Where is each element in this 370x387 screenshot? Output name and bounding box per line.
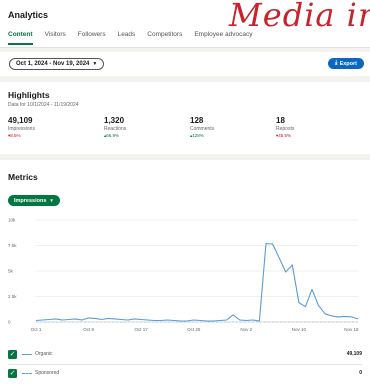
analytics-header: Analytics Media in Content Visitors Foll… [0, 0, 370, 48]
x-tick-label: Nov 2 [240, 327, 252, 332]
metric-value: 128 [190, 116, 204, 125]
organic-checkbox[interactable]: ✓ [8, 349, 17, 359]
dashed-line-swatch [22, 372, 32, 374]
metric-comments: 128 Comments ▴128% [190, 116, 214, 139]
metric-value: 18 [276, 116, 285, 125]
legend-item-sponsored: ✓ Sponsored 0 [8, 367, 362, 379]
metric-type-dropdown[interactable]: Impressions ▼ [8, 195, 60, 206]
y-tick-label: 0 [8, 320, 11, 325]
tab-visitors[interactable]: Visitors [45, 31, 66, 45]
y-tick-label: 10k [8, 218, 16, 223]
date-range-label: Oct 1, 2024 - Nov 19, 2024 [16, 61, 90, 67]
tab-content[interactable]: Content [8, 31, 33, 45]
export-label: Export [339, 60, 357, 67]
x-tick-label: Oct 17 [135, 327, 149, 332]
legend-value: 49,109 [346, 351, 362, 357]
watermark-text: Media in [229, 0, 370, 34]
metric-change: ▾8.5% [8, 133, 21, 138]
metric-label: Comments [190, 126, 215, 132]
solid-line-swatch [22, 353, 32, 355]
y-tick-label: 7.5k [8, 243, 17, 248]
metric-label: Reactions [104, 126, 127, 132]
x-tick-label: Nov 18 [344, 327, 359, 332]
highlights-subtitle: Data for 10/1/2024 - 11/19/2024 [8, 102, 79, 108]
metrics-title: Metrics [8, 172, 38, 182]
tab-leads[interactable]: Leads [118, 31, 136, 45]
metric-change: ▴128% [190, 133, 204, 138]
metric-impressions: 49,109 Impressions ▾8.5% [8, 116, 35, 139]
export-button[interactable]: ⤓ Export [327, 58, 364, 69]
x-tick-label: Oct 25 [187, 327, 201, 332]
metrics-card: Metrics Impressions ▼ 0 2.5k 5k 7.5k 10k Oct … [0, 160, 370, 387]
legend-label: Sponsored [35, 370, 60, 376]
sponsored-checkbox[interactable]: ✓ [8, 368, 17, 378]
highlights-title: Highlights [8, 90, 50, 100]
legend-item-organic: ✓ Organic 49,109 [8, 348, 362, 360]
chevron-down-icon: ▼ [49, 198, 54, 203]
page-title: Analytics [8, 10, 49, 20]
legend-value: 0 [359, 370, 362, 376]
highlights-card: Highlights Data for 10/1/2024 - 11/19/20… [0, 82, 370, 154]
metric-value: 1,320 [104, 116, 125, 125]
download-icon: ⤓ [334, 60, 338, 66]
metric-value: 49,109 [8, 116, 33, 125]
metric-label: Impressions [8, 126, 35, 132]
impressions-line-chart: 0 2.5k 5k 7.5k 10k Oct 1 Oct 9 Oct 17 Oct 25 Nov … [8, 218, 359, 333]
metric-label: Reposts [276, 126, 295, 132]
tab-followers[interactable]: Followers [78, 31, 106, 45]
x-tick-label: Oct 1 [31, 327, 42, 332]
y-tick-label: 2.5k [8, 294, 17, 299]
organic-series-line [35, 242, 359, 322]
metric-change: ▾45.5% [276, 133, 292, 138]
legend-label: Organic [35, 351, 53, 357]
x-tick-label: Oct 9 [83, 327, 94, 332]
y-tick-label: 5k [8, 269, 14, 274]
metric-change: ▴66.9% [104, 133, 120, 138]
filter-bar: Oct 1, 2024 - Nov 19, 2024 ▼ ⤓ Export [0, 52, 370, 76]
divider [8, 364, 362, 365]
tab-employee-advocacy[interactable]: Employee advocacy [194, 31, 252, 45]
date-range-dropdown[interactable]: Oct 1, 2024 - Nov 19, 2024 ▼ [9, 58, 105, 70]
metric-type-label: Impressions [14, 197, 47, 204]
chevron-down-icon: ▼ [92, 61, 98, 67]
metric-reactions: 1,320 Reactions ▴66.9% [104, 116, 126, 139]
tab-competitors[interactable]: Competitors [147, 31, 182, 45]
x-tick-label: Nov 10 [292, 327, 307, 332]
metric-reposts: 18 Reposts ▾45.5% [276, 116, 294, 139]
tab-bar: Content Visitors Followers Leads Competi… [8, 31, 265, 45]
